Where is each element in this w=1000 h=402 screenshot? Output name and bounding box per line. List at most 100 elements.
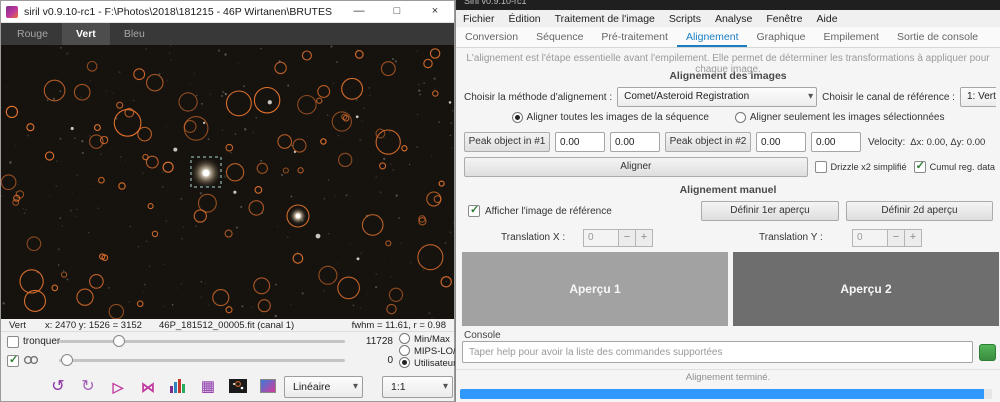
translation-y-value[interactable]: 0: [852, 229, 888, 247]
scale-mode-dropdown[interactable]: Linéaire: [284, 376, 363, 398]
control-window-title: Siril v0.9.10-rc1: [464, 0, 527, 6]
set-preview2-button[interactable]: Définir 2d aperçu: [846, 201, 993, 221]
velocity-value: Δx: 0.00, Δy: 0.00: [910, 136, 986, 148]
tab-sequence[interactable]: Séquence: [527, 27, 592, 47]
progress-bar: [460, 389, 992, 399]
section-title-images: Alignement des images: [669, 70, 787, 82]
menu-fenetre[interactable]: Fenêtre: [759, 11, 809, 27]
tab-pretraitement[interactable]: Pré-traitement: [592, 27, 677, 47]
align-button[interactable]: Aligner: [464, 157, 808, 177]
low-slider-handle[interactable]: [61, 354, 73, 366]
set-preview1-button[interactable]: Définir 1er aperçu: [701, 201, 839, 221]
plus-button[interactable]: +: [636, 229, 653, 247]
menu-fichier[interactable]: Fichier: [456, 11, 502, 27]
cumul-checkbox-group[interactable]: Cumul reg. data: [913, 159, 995, 173]
image-statusbar: Vert x: 2470 y: 1526 = 3152 46P_181512_0…: [1, 319, 454, 332]
truncate-checkbox[interactable]: [7, 336, 19, 348]
tab-empilement[interactable]: Empilement: [815, 27, 888, 47]
method-row: Choisir la méthode d'alignement : Comet/…: [464, 87, 996, 107]
align-row: Aligner Drizzle x2 simplifié Cumul reg. …: [464, 157, 995, 177]
mode-minmax[interactable]: Min/Max: [399, 333, 450, 345]
tab-rouge[interactable]: Rouge: [3, 23, 62, 45]
console-label: Console: [464, 330, 501, 341]
siril-image-window: siril v0.9.10-rc1 - F:\Photos\2018\18121…: [0, 0, 465, 402]
cumul-checkbox[interactable]: [913, 159, 926, 173]
minimize-icon[interactable]: —: [340, 1, 378, 22]
peak-object-1-button[interactable]: Peak object in #1: [464, 132, 550, 152]
mode-utilisateur[interactable]: Utilisateur: [399, 357, 456, 369]
screen: siril v0.9.10-rc1 - F:\Photos\2018\18121…: [0, 0, 1000, 402]
peak1-x-input[interactable]: [555, 132, 605, 152]
peak1-y-input[interactable]: [610, 132, 660, 152]
peak-object-2-button[interactable]: Peak object in #2: [665, 132, 751, 152]
channel-dropdown[interactable]: 1: Vert (*): [959, 87, 996, 107]
minus-button[interactable]: −: [888, 229, 905, 247]
console-run-button[interactable]: [979, 344, 996, 361]
peak-row: Peak object in #1 Peak object in #2 Velo…: [464, 132, 996, 152]
translation-row: Translation X : 0 − + Translation Y : 0 …: [456, 229, 1000, 249]
peak2-x-input[interactable]: [756, 132, 806, 152]
histogram-icon[interactable]: [165, 375, 191, 399]
control-window-titlebar[interactable]: Siril v0.9.10-rc1: [456, 0, 1000, 10]
menu-scripts[interactable]: Scripts: [662, 11, 708, 27]
left-window-titlebar[interactable]: siril v0.9.10-rc1 - F:\Photos\2018\18121…: [1, 1, 454, 23]
tab-alignement[interactable]: Alignement: [676, 27, 748, 47]
tab-conversion[interactable]: Conversion: [456, 27, 527, 47]
chain-link-icon: [23, 355, 39, 368]
low-level-value: 0: [387, 355, 393, 366]
radio-align-all[interactable]: Aligner toutes les images de la séquence: [511, 112, 709, 123]
show-reference-checkbox-group[interactable]: Afficher l'image de référence: [468, 203, 612, 217]
window-title: siril v0.9.10-rc1 - F:\Photos\2018\18121…: [24, 5, 332, 18]
play-icon[interactable]: ▷: [105, 375, 131, 399]
menu-edition[interactable]: Édition: [502, 11, 548, 27]
drizzle-checkbox-group[interactable]: Drizzle x2 simplifié: [814, 161, 907, 173]
radio-icon[interactable]: [511, 112, 523, 123]
starfield-image-canvas[interactable]: [1, 45, 454, 319]
siril-control-window: Siril v0.9.10-rc1 Fichier Édition Traite…: [455, 0, 1000, 402]
radio-icon[interactable]: [399, 357, 410, 368]
channel-tabs: Rouge Vert Bleu: [1, 23, 454, 45]
reference-row: Afficher l'image de référence Définir 1e…: [456, 201, 1000, 223]
scope-radios: Aligner toutes les images de la séquence…: [456, 112, 1000, 123]
zoom-dropdown[interactable]: 1:1: [382, 376, 453, 398]
channel-label: Choisir le canal de référence :: [822, 91, 955, 103]
tab-sortie-console[interactable]: Sortie de console: [888, 27, 987, 47]
flip-icon[interactable]: ⋈: [135, 375, 161, 399]
high-slider-handle[interactable]: [113, 335, 125, 347]
menu-traitement[interactable]: Traitement de l'image: [548, 11, 662, 27]
method-dropdown[interactable]: Comet/Asteroid Registration: [617, 87, 818, 107]
false-color-icon[interactable]: [255, 375, 281, 399]
radio-align-selected[interactable]: Aligner seulement les images sélectionné…: [734, 112, 944, 123]
tab-bleu[interactable]: Bleu: [110, 23, 159, 45]
progress-fill: [460, 389, 985, 399]
tab-graphique[interactable]: Graphique: [747, 27, 814, 47]
drizzle-checkbox[interactable]: [814, 161, 827, 173]
grid-icon[interactable]: ▦: [195, 375, 221, 399]
plus-button[interactable]: +: [905, 229, 922, 247]
status-channel: Vert: [9, 320, 26, 331]
radio-icon[interactable]: [734, 112, 746, 123]
menu-analyse[interactable]: Analyse: [708, 11, 759, 27]
show-reference-checkbox[interactable]: [468, 203, 480, 217]
radio-icon[interactable]: [399, 333, 410, 344]
snapshot-icon[interactable]: [225, 375, 251, 399]
maximize-icon[interactable]: □: [378, 1, 416, 22]
high-level-slider[interactable]: [59, 335, 345, 347]
translation-y-spinner: 0 − +: [852, 229, 922, 247]
undo-icon[interactable]: ↺: [45, 375, 71, 399]
main-tabs: Conversion Séquence Pré-traitement Align…: [456, 27, 1000, 48]
menu-aide[interactable]: Aide: [810, 11, 845, 27]
redo-icon[interactable]: ↻: [75, 375, 101, 399]
low-level-slider[interactable]: [59, 354, 345, 366]
radio-icon[interactable]: [399, 345, 410, 356]
status-filename: 46P_181512_00005.fit (canal 1): [159, 320, 295, 331]
console-input[interactable]: [462, 341, 973, 363]
translation-x-value[interactable]: 0: [583, 229, 619, 247]
preview-pane-1: Aperçu 1: [462, 252, 728, 326]
peak2-y-input[interactable]: [811, 132, 861, 152]
close-icon[interactable]: ×: [416, 1, 454, 22]
link-levels-checkbox[interactable]: [7, 353, 19, 367]
tab-vert[interactable]: Vert: [61, 23, 110, 45]
section-title-manual: Alignement manuel: [679, 184, 777, 196]
minus-button[interactable]: −: [619, 229, 636, 247]
